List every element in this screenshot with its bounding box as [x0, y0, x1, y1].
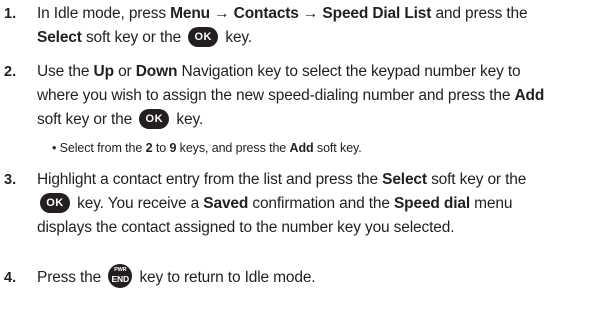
step-number: 1. [4, 6, 17, 22]
text-run: soft key. [313, 141, 362, 155]
text-run: • Select from the [52, 141, 146, 155]
text-run: Highlight a contact entry from the list … [37, 171, 383, 188]
text-run: confirmation and the [248, 195, 394, 212]
step-number: 2. [4, 64, 17, 80]
ok-key-icon: OK [188, 26, 219, 47]
text-run: displays the contact assigned to the num… [37, 219, 455, 236]
text-run: key. You receive a [73, 195, 204, 212]
bold-term: Saved [203, 195, 249, 212]
text-run: menu [470, 195, 513, 212]
end-key-label: END [111, 274, 130, 284]
bold-term: Add [514, 87, 545, 104]
bold-term: Down [135, 63, 178, 80]
text-run: and press the [431, 5, 528, 22]
bold-term: Menu → Contacts → Speed Dial List [170, 5, 432, 22]
ok-key-icon: OK [40, 192, 70, 213]
bold-term: Up [93, 63, 115, 80]
text-run: soft key or the [37, 111, 137, 128]
bold-term: Select [37, 29, 82, 46]
bold-term: Select [382, 171, 427, 188]
text-run: Navigation key to select the keypad numb… [177, 63, 521, 80]
text-run: key. [172, 111, 204, 128]
text-run: key. [221, 29, 253, 46]
bold-term: Speed dial [393, 195, 470, 212]
step-number: 3. [4, 172, 17, 188]
text-run: soft key or the [426, 171, 527, 188]
step-text-line: Highlight a contact entry from the list … [37, 168, 526, 192]
step-text-line: soft key or the OK key. [37, 108, 203, 132]
text-run: In Idle mode, press [37, 5, 171, 22]
step-bullet-note: • Select from the 2 to 9 keys, and press… [52, 138, 362, 158]
text-run: keys, and press the [176, 141, 290, 155]
step-text-line: In Idle mode, press Menu → Contacts → Sp… [37, 2, 528, 26]
text-run: soft key or the [81, 29, 186, 46]
text-run: key to return to Idle mode. [135, 269, 316, 287]
text-run: to [152, 141, 170, 155]
step-text-line: Select soft key or the OK key. [37, 26, 252, 50]
end-key-top-label: PWR [114, 267, 127, 273]
instruction-list: 1. In Idle mode, press Menu → Contacts →… [0, 0, 601, 315]
step-text-line: Use the Up or Down Navigation key to sel… [37, 60, 521, 84]
step-text-line: Press the PWR END key to return to Idle m… [37, 264, 316, 290]
bold-term: Add [289, 141, 314, 155]
step-number: 4. [4, 270, 17, 286]
text-run: Use the [37, 63, 94, 80]
step-text-line: OK key. You receive a Saved confirmation… [37, 192, 512, 216]
step-text-line: displays the contact assigned to the num… [37, 216, 455, 240]
ok-key-icon: OK [139, 108, 170, 129]
text-run: or [113, 63, 136, 80]
text-run: Press the [37, 269, 106, 287]
step-text-line: where you wish to assign the new speed-d… [37, 84, 544, 108]
end-key-icon: PWR END [108, 264, 133, 288]
text-run: where you wish to assign the new speed-d… [37, 87, 515, 104]
